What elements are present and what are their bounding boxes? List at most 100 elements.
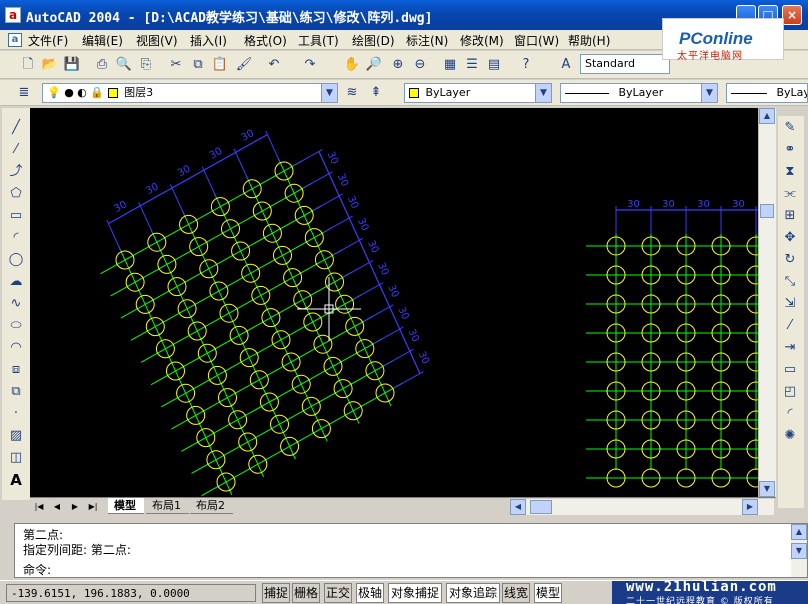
copy-object-icon[interactable]: ⚭ bbox=[780, 140, 800, 160]
menu-insert[interactable]: 插入(I) bbox=[190, 32, 227, 49]
layer-manager-icon[interactable]: ≣ bbox=[14, 83, 34, 103]
menu-format[interactable]: 格式(O) bbox=[244, 32, 287, 49]
document-icon[interactable]: a bbox=[8, 33, 22, 47]
insert-block-icon[interactable]: ⧈ bbox=[6, 360, 26, 380]
circle-icon[interactable]: ◯ bbox=[6, 250, 26, 270]
osnap-toggle[interactable]: 对象捕捉 bbox=[388, 583, 442, 603]
scroll-right-icon[interactable]: ▶ bbox=[742, 499, 758, 515]
rectangle-icon[interactable]: ▭ bbox=[6, 206, 26, 226]
revision-cloud-icon[interactable]: ☁ bbox=[6, 272, 26, 292]
copy-icon[interactable]: ⧉ bbox=[188, 55, 208, 75]
color-select[interactable]: ByLayer ▼ bbox=[404, 83, 552, 103]
scroll-down-icon[interactable]: ▼ bbox=[759, 481, 775, 497]
autocad-app-icon[interactable]: a bbox=[5, 7, 21, 23]
tab-layout2[interactable]: 布局2 bbox=[190, 498, 233, 514]
drawing-canvas[interactable]: 30 30 30 30 30 30 30 30 30 30 30 30 30 30 30 30 30 30 30 bbox=[30, 108, 758, 497]
hatch-icon[interactable]: ▨ bbox=[6, 426, 26, 446]
tab-model[interactable]: 模型 bbox=[108, 498, 144, 514]
new-icon[interactable]: 🗋 bbox=[18, 55, 38, 75]
scroll-left-icon[interactable]: ◀ bbox=[510, 499, 526, 515]
zoom-realtime-icon[interactable]: 🔎 bbox=[364, 55, 384, 75]
menu-draw[interactable]: 绘图(D) bbox=[352, 32, 395, 49]
preview-icon[interactable]: 🔍 bbox=[114, 55, 134, 75]
coordinate-display[interactable]: -139.6151, 196.1883, 0.0000 bbox=[6, 584, 256, 602]
last-tab-icon[interactable]: ▶| bbox=[86, 500, 100, 514]
scale-icon[interactable]: ⤡ bbox=[780, 272, 800, 292]
ellipse-arc-icon[interactable]: ◠ bbox=[6, 338, 26, 358]
text-style-icon[interactable]: A bbox=[556, 55, 576, 75]
ellipse-icon[interactable]: ⬭ bbox=[6, 316, 26, 336]
command-line-window[interactable]: 第二点: 指定列间距: 第二点: 命令: ▲ ▼ bbox=[14, 523, 808, 578]
menu-window[interactable]: 窗口(W) bbox=[514, 32, 559, 49]
erase-icon[interactable]: ✎ bbox=[780, 118, 800, 138]
menu-help[interactable]: 帮助(H) bbox=[568, 32, 610, 49]
polygon-icon[interactable]: ⬠ bbox=[6, 184, 26, 204]
vertical-scrollbar[interactable]: ▲ ▼ bbox=[758, 108, 776, 497]
make-current-icon[interactable]: ≋ bbox=[342, 83, 362, 103]
zoom-window-icon[interactable]: ⊕ bbox=[388, 55, 408, 75]
menu-edit[interactable]: 编辑(E) bbox=[82, 32, 123, 49]
array-icon[interactable]: ⊞ bbox=[780, 206, 800, 226]
cut-icon[interactable]: ✂ bbox=[166, 55, 186, 75]
move-icon[interactable]: ✥ bbox=[780, 228, 800, 248]
break-icon[interactable]: ▭ bbox=[780, 360, 800, 380]
command-scrollbar[interactable]: ▲ ▼ bbox=[791, 524, 807, 577]
mirror-icon[interactable]: ⧗ bbox=[780, 162, 800, 182]
arc-icon[interactable]: ◜ bbox=[6, 228, 26, 248]
next-tab-icon[interactable]: ▶ bbox=[68, 500, 82, 514]
polyline-icon[interactable]: ⤴ bbox=[6, 162, 26, 182]
vertical-scroll-thumb[interactable] bbox=[760, 204, 774, 218]
prev-tab-icon[interactable]: ◀ bbox=[50, 500, 64, 514]
layer-previous-icon[interactable]: ⇞ bbox=[366, 83, 386, 103]
scroll-up-icon[interactable]: ▲ bbox=[759, 108, 775, 124]
publish-icon[interactable]: ⎘ bbox=[136, 55, 156, 75]
offset-icon[interactable]: ⫘ bbox=[780, 184, 800, 204]
text-style-select[interactable]: Standard bbox=[580, 54, 670, 74]
snap-toggle[interactable]: 捕捉 bbox=[262, 583, 290, 603]
horizontal-scroll-thumb[interactable] bbox=[530, 500, 552, 514]
model-space-toggle[interactable]: 模型 bbox=[534, 583, 562, 603]
fillet-icon[interactable]: ◜ bbox=[780, 404, 800, 424]
rotate-icon[interactable]: ↻ bbox=[780, 250, 800, 270]
print-icon[interactable]: ⎙ bbox=[92, 55, 112, 75]
scroll-up-icon[interactable]: ▲ bbox=[791, 524, 807, 540]
menu-dimension[interactable]: 标注(N) bbox=[406, 32, 448, 49]
text-icon[interactable]: A bbox=[6, 470, 26, 490]
properties-icon[interactable]: ☰ bbox=[462, 55, 482, 75]
menu-file[interactable]: 文件(F) bbox=[28, 32, 68, 49]
polar-toggle[interactable]: 极轴 bbox=[356, 583, 384, 603]
pan-icon[interactable]: ✋ bbox=[342, 55, 362, 75]
design-center-icon[interactable]: ▦ bbox=[440, 55, 460, 75]
explode-icon[interactable]: ✺ bbox=[780, 426, 800, 446]
make-block-icon[interactable]: ⧉ bbox=[6, 382, 26, 402]
zoom-previous-icon[interactable]: ⊖ bbox=[410, 55, 430, 75]
line-icon[interactable]: ╱ bbox=[6, 118, 26, 138]
menu-tools[interactable]: 工具(T) bbox=[298, 32, 339, 49]
scroll-down-icon[interactable]: ▼ bbox=[791, 543, 807, 559]
menu-modify[interactable]: 修改(M) bbox=[460, 32, 504, 49]
open-icon[interactable]: 📂 bbox=[40, 55, 60, 75]
point-icon[interactable]: · bbox=[6, 404, 26, 424]
help-icon[interactable]: ? bbox=[516, 55, 536, 75]
stretch-icon[interactable]: ⇲ bbox=[780, 294, 800, 314]
grid-toggle[interactable]: 栅格 bbox=[292, 583, 320, 603]
chamfer-icon[interactable]: ◰ bbox=[780, 382, 800, 402]
command-prompt[interactable]: 命令: bbox=[23, 561, 51, 578]
lineweight-toggle[interactable]: 线宽 bbox=[502, 583, 530, 603]
match-properties-icon[interactable]: 🖌 bbox=[234, 55, 254, 75]
ortho-toggle[interactable]: 正交 bbox=[324, 583, 352, 603]
spline-icon[interactable]: ∿ bbox=[6, 294, 26, 314]
horizontal-scrollbar[interactable]: ◀ ▶ bbox=[510, 499, 774, 515]
tool-palette-icon[interactable]: ▤ bbox=[484, 55, 504, 75]
close-button[interactable]: × bbox=[782, 5, 802, 25]
layer-select[interactable]: 💡 ● ◐ 🔒 图层3 ▼ bbox=[42, 83, 338, 103]
region-icon[interactable]: ◫ bbox=[6, 448, 26, 468]
menu-view[interactable]: 视图(V) bbox=[136, 32, 178, 49]
undo-icon[interactable]: ↶ bbox=[264, 55, 284, 75]
otrack-toggle[interactable]: 对象追踪 bbox=[446, 583, 500, 603]
trim-icon[interactable]: ⁄ bbox=[780, 316, 800, 336]
extend-icon[interactable]: ⇥ bbox=[780, 338, 800, 358]
paste-icon[interactable]: 📋 bbox=[210, 55, 230, 75]
construction-line-icon[interactable]: ⁄ bbox=[6, 140, 26, 160]
lineweight-select[interactable]: ByLayer bbox=[726, 83, 808, 103]
